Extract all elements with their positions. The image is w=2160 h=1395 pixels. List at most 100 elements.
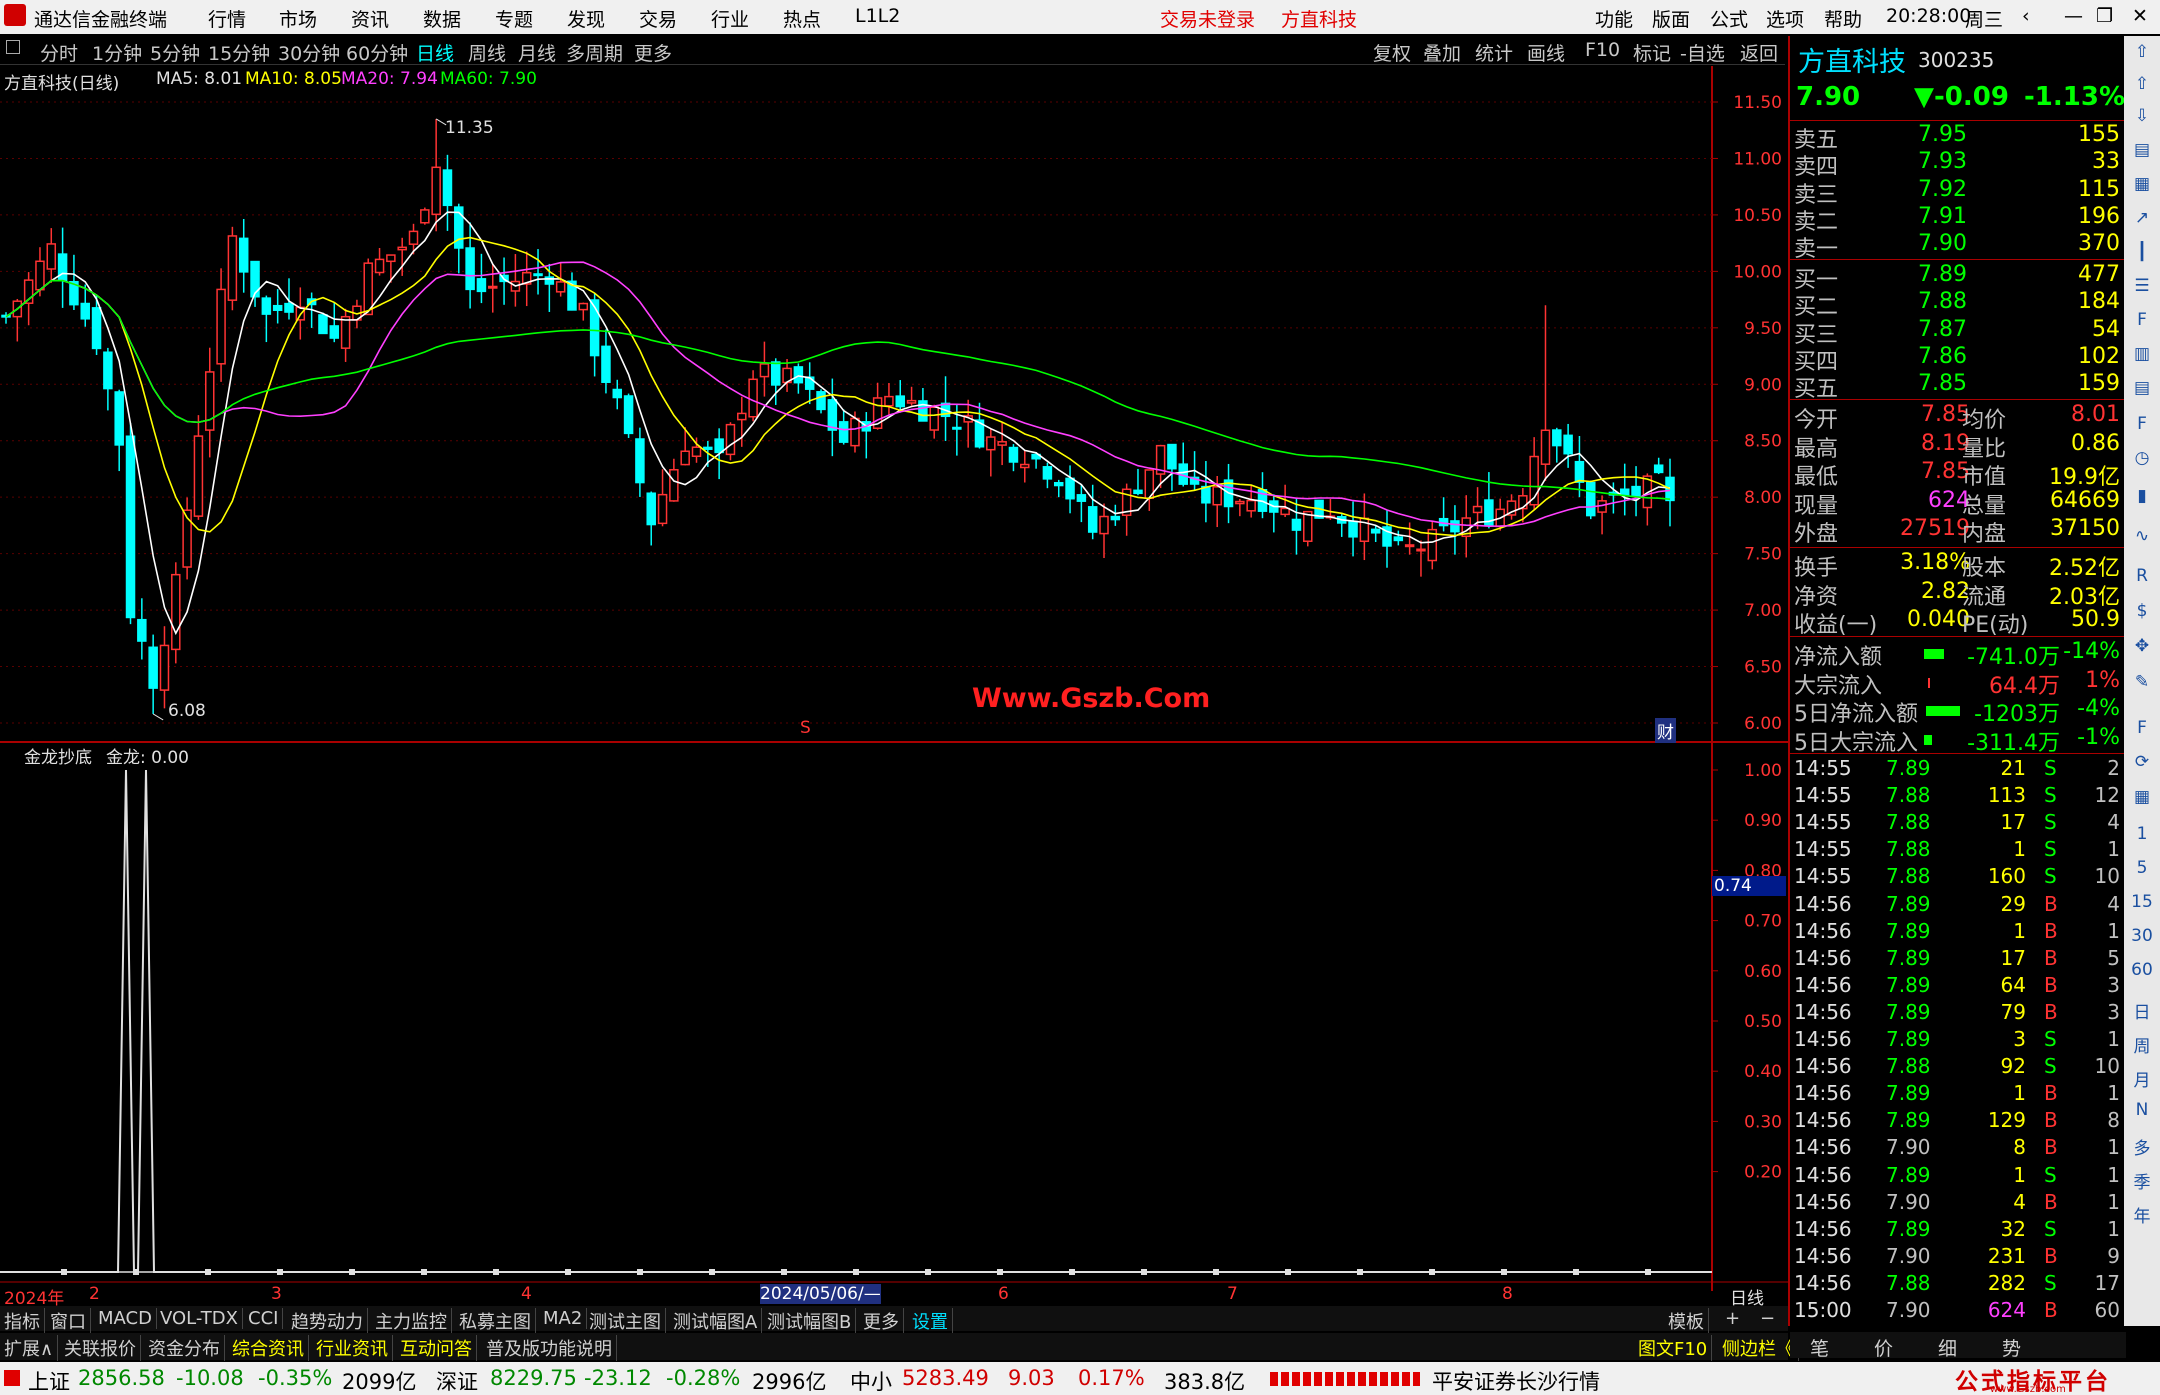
kline-icon[interactable]: ┃ xyxy=(2124,242,2160,262)
tab-hudong[interactable]: 互动问答 xyxy=(400,1335,477,1361)
down-icon[interactable]: ⇩ xyxy=(2124,106,2160,126)
sidebar-period[interactable]: 日 xyxy=(2124,998,2160,1023)
sidebar-period[interactable]: 周 xyxy=(2124,1032,2160,1057)
tab-bi[interactable]: 笔 xyxy=(1810,1334,1829,1361)
volume-icon[interactable]: ▮ xyxy=(2124,486,2160,506)
tab-puji[interactable]: 普及版功能说明 xyxy=(486,1335,617,1361)
tab-xi[interactable]: 细 xyxy=(1938,1334,1957,1361)
trend-icon[interactable]: ↗ xyxy=(2124,208,2160,228)
crosshair-icon[interactable]: ✥ xyxy=(2124,636,2160,656)
tab-cci[interactable]: CCI xyxy=(248,1308,284,1329)
minimize-icon[interactable]: — xyxy=(2064,5,2083,27)
zoom-in-icon[interactable]: + xyxy=(1725,1308,1744,1329)
tab-zijin[interactable]: 资金分布 xyxy=(148,1335,225,1361)
menu-zhuanti[interactable]: 专题 xyxy=(495,5,533,32)
restore-icon[interactable]: ❐ xyxy=(2096,5,2113,27)
list-icon[interactable]: ☰ xyxy=(2124,276,2160,296)
tool-fanhui[interactable]: 返回 xyxy=(1740,39,1778,66)
sidebar-period[interactable]: 5 xyxy=(2124,858,2160,878)
tab-zhibiao[interactable]: 指标 xyxy=(4,1308,45,1334)
menu-shichang[interactable]: 市场 xyxy=(279,5,317,32)
menu-gongshi[interactable]: 公式 xyxy=(1710,5,1748,32)
toolbar-toggle-icon[interactable] xyxy=(6,40,20,54)
menu-bangzhu[interactable]: 帮助 xyxy=(1824,5,1862,32)
doc-icon[interactable]: ▤ xyxy=(2124,378,2160,398)
tab-zhuli[interactable]: 主力监控 xyxy=(375,1308,452,1334)
tab-shi[interactable]: 势 xyxy=(2002,1334,2021,1361)
tab-hangye-zixun[interactable]: 行业资讯 xyxy=(316,1335,393,1361)
menu-gongneng[interactable]: 功能 xyxy=(1595,5,1633,32)
tool-diejia[interactable]: 叠加 xyxy=(1423,39,1461,66)
table-icon[interactable]: ▦ xyxy=(2124,174,2160,194)
sidebar-period[interactable]: 多 xyxy=(2124,1134,2160,1159)
sidebar-period[interactable]: 年 xyxy=(2124,1202,2160,1227)
sidebar-period[interactable]: 1 xyxy=(2124,824,2160,844)
up-icon[interactable]: ⇧ xyxy=(2124,74,2160,94)
login-status[interactable]: 交易未登录 xyxy=(1160,5,1255,32)
sidebar-period[interactable]: 季 xyxy=(2124,1168,2160,1193)
grid-icon[interactable]: ▦ xyxy=(2124,787,2160,807)
period-weekly[interactable]: 周线 xyxy=(468,39,506,66)
menu-hangye[interactable]: 行业 xyxy=(711,5,749,32)
tab-settings[interactable]: 设置 xyxy=(912,1308,953,1334)
period-5min[interactable]: 5分钟 xyxy=(150,39,200,66)
period-1min[interactable]: 1分钟 xyxy=(92,39,142,66)
clock-icon[interactable]: ◷ xyxy=(2124,448,2160,468)
tool-huaxian[interactable]: 画线 xyxy=(1527,39,1565,66)
close-icon[interactable]: ✕ xyxy=(2132,5,2148,27)
tool-biaoji[interactable]: 标记 xyxy=(1633,39,1671,66)
tab-jia[interactable]: 价 xyxy=(1874,1334,1893,1361)
tool-fuquan[interactable]: 复权 xyxy=(1373,39,1411,66)
refresh-icon[interactable]: ⟳ xyxy=(2124,752,2160,772)
tab-vol-tdx[interactable]: VOL-TDX xyxy=(160,1308,243,1329)
sidebar-period[interactable]: 月 xyxy=(2124,1066,2160,1091)
zoom-out-icon[interactable]: − xyxy=(1760,1308,1779,1329)
sidebar-period[interactable]: 15 xyxy=(2124,892,2160,912)
market-icon[interactable] xyxy=(4,1370,20,1386)
tab-expand[interactable]: 扩展∧ xyxy=(4,1335,59,1361)
sidebar-period[interactable]: 60 xyxy=(2124,960,2160,980)
tool-tongji[interactable]: 统计 xyxy=(1475,39,1513,66)
news-icon[interactable]: ▥ xyxy=(2124,344,2160,364)
sh-label[interactable]: 上证 xyxy=(28,1366,70,1395)
rsi-icon[interactable]: R xyxy=(2124,566,2160,586)
menu-redian[interactable]: 热点 xyxy=(783,5,821,32)
tab-ceshi-futu-a[interactable]: 测试幅图A xyxy=(673,1308,763,1334)
back-icon[interactable]: ‹ xyxy=(2022,5,2030,27)
period-daily[interactable]: 日线 xyxy=(416,39,454,66)
tab-ceshi-zhutu[interactable]: 测试主图 xyxy=(589,1308,666,1334)
f2-icon[interactable]: F xyxy=(2124,414,2160,434)
chart-icon[interactable]: ▤ xyxy=(2124,140,2160,160)
menu-xuanxiang[interactable]: 选项 xyxy=(1766,5,1804,32)
tab-ceshi-futu-b[interactable]: 测试幅图B xyxy=(767,1308,857,1334)
period-multi[interactable]: 多周期 xyxy=(566,39,623,66)
tool-zixuan[interactable]: -自选 xyxy=(1680,39,1725,66)
zx-label[interactable]: 中小 xyxy=(850,1366,892,1395)
menu-faxian[interactable]: 发现 xyxy=(567,5,605,32)
menu-jiaoyi[interactable]: 交易 xyxy=(639,5,677,32)
sidebar-period[interactable]: N xyxy=(2124,1100,2160,1120)
f5-icon[interactable]: F xyxy=(2124,718,2160,738)
sidebar-period[interactable]: 30 xyxy=(2124,926,2160,946)
menu-banmian[interactable]: 版面 xyxy=(1652,5,1690,32)
period-fenshi[interactable]: 分时 xyxy=(40,39,78,66)
menu-shuju[interactable]: 数据 xyxy=(423,5,461,32)
tab-sidebar[interactable]: 侧边栏《 xyxy=(1722,1335,1799,1361)
menu-zixun[interactable]: 资讯 xyxy=(351,5,389,32)
sz-label[interactable]: 深证 xyxy=(436,1366,478,1395)
tab-template[interactable]: 模板 xyxy=(1668,1308,1709,1334)
pen-icon[interactable]: ✎ xyxy=(2124,672,2160,692)
kline-chart[interactable]: 11.50 11.00 10.50 10.00 9.50 9.00 8.50 8.00 7.50… xyxy=(0,66,1788,1316)
up-arrow-icon[interactable]: ⇧ xyxy=(2124,42,2160,62)
menu-l1l2[interactable]: L1L2 xyxy=(855,5,900,27)
tab-zonghe[interactable]: 综合资讯 xyxy=(232,1335,309,1361)
finance-badge[interactable]: 财 xyxy=(1655,718,1676,743)
period-15min[interactable]: 15分钟 xyxy=(208,39,270,66)
period-60min[interactable]: 60分钟 xyxy=(346,39,408,66)
tab-chuangkou[interactable]: 窗口 xyxy=(50,1308,91,1334)
period-30min[interactable]: 30分钟 xyxy=(278,39,340,66)
money-icon[interactable]: $ xyxy=(2124,601,2160,621)
tab-simu[interactable]: 私募主图 xyxy=(459,1308,536,1334)
wave-icon[interactable]: ∿ xyxy=(2124,526,2160,546)
tab-ma2[interactable]: MA2 xyxy=(543,1308,588,1329)
